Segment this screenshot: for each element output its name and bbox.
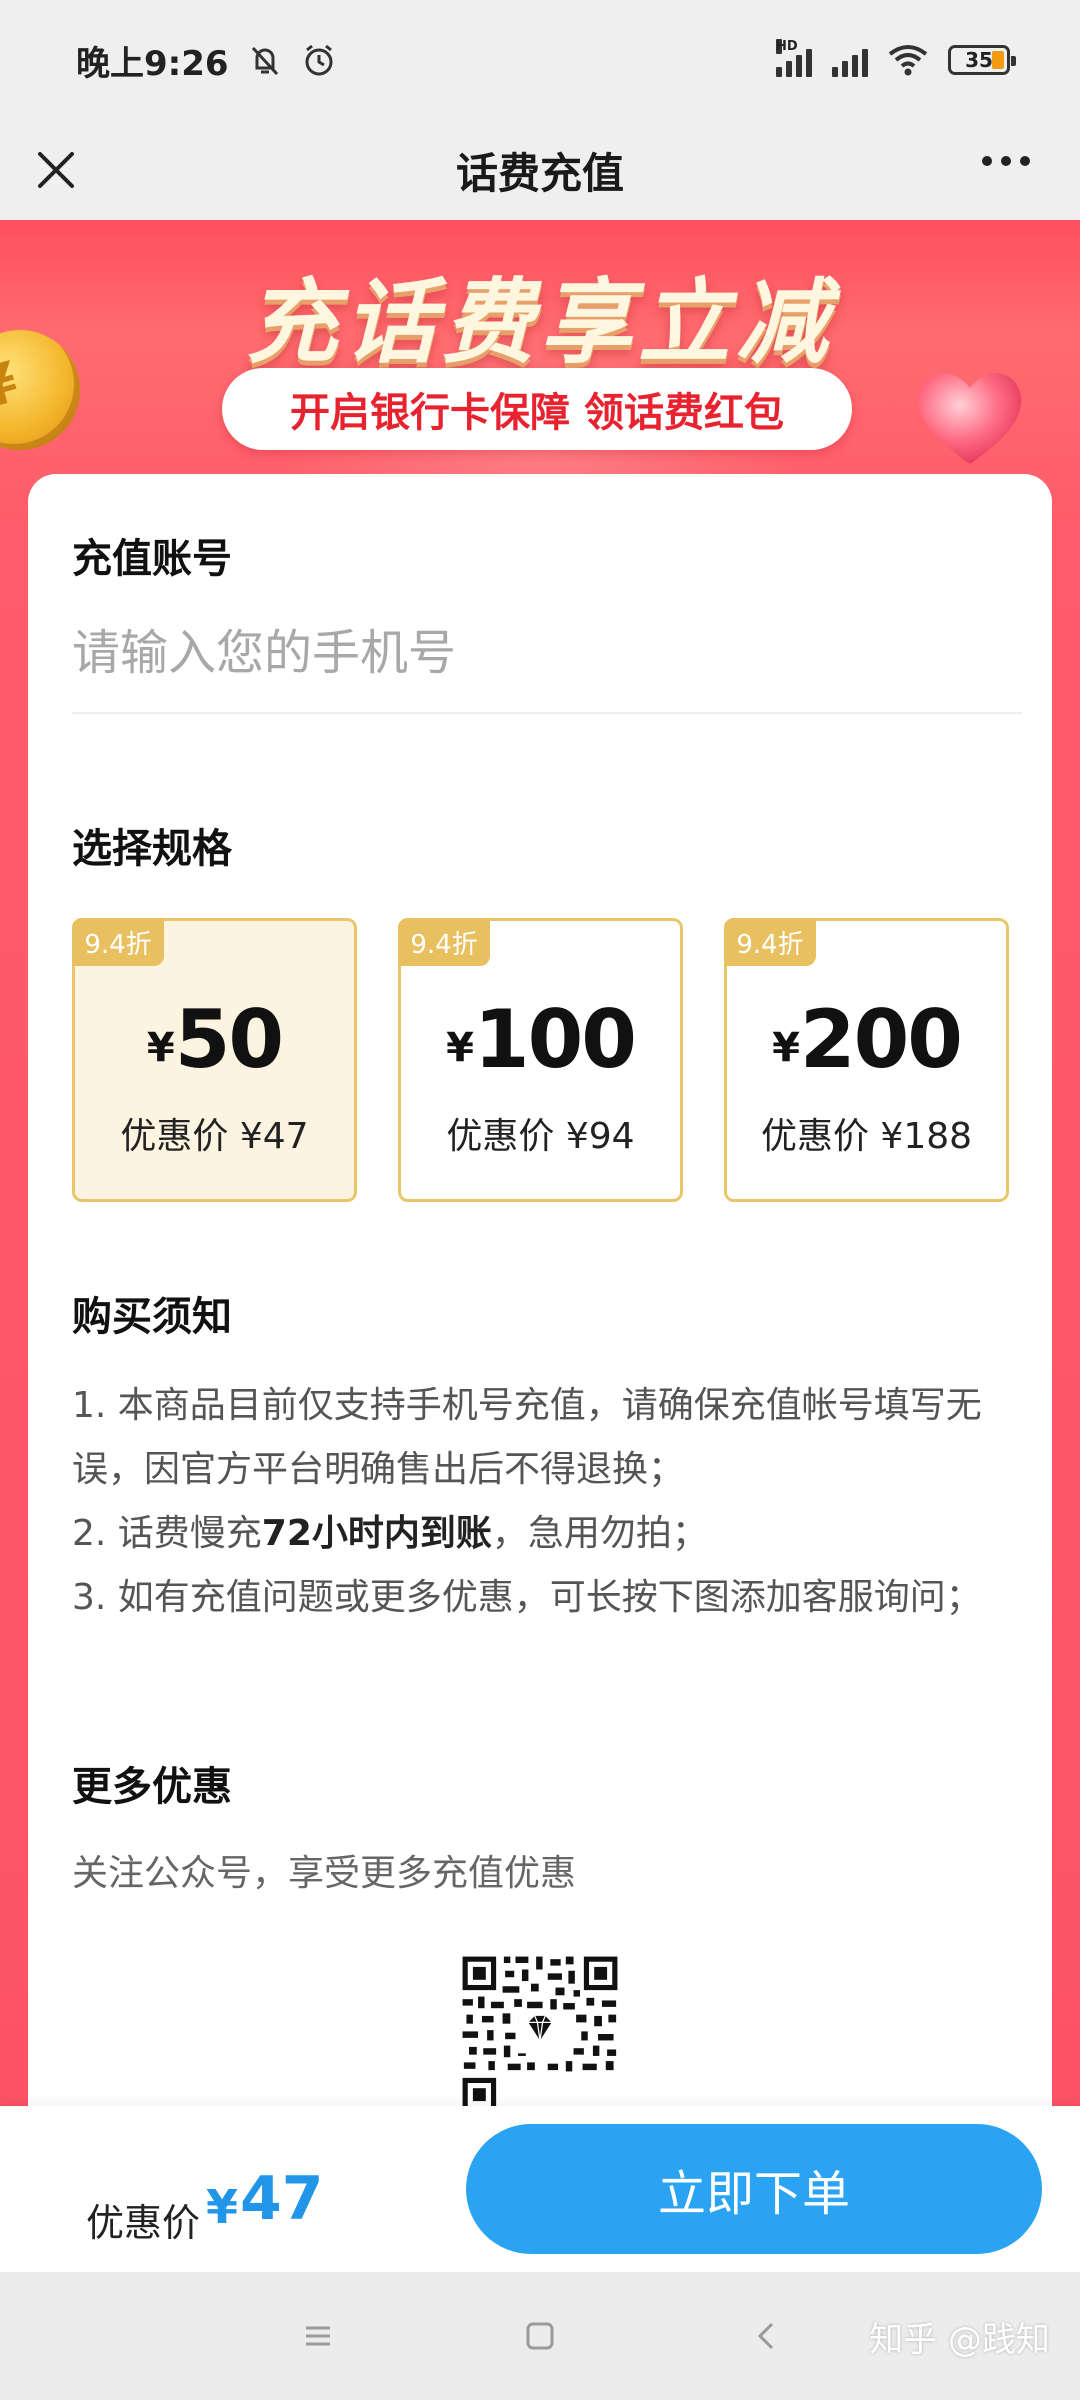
qr-code-image[interactable] [416,1954,664,2114]
spec-amount: ¥50 [146,993,284,1086]
place-order-button[interactable]: 立即下单 [466,2124,1042,2254]
banner-subtitle-pill[interactable]: 开启银行卡保障 领话费红包 [222,368,852,450]
mute-bell-icon [251,46,278,76]
status-right: HD 35 [776,39,1016,77]
system-nav-bar: 知乎 @践知 [0,2272,1080,2400]
app-header: 话费充值 [0,120,1080,220]
phone-number-input[interactable] [72,614,1022,714]
back-icon[interactable] [744,2312,792,2360]
discount-tag: 9.4折 [72,918,164,966]
bottom-action-bar: 优惠价 ¥ 47 立即下单 [0,2106,1080,2272]
battery-level: 35 [965,48,993,72]
status-time: 晚上9:26 [76,43,229,84]
more-section-title: 更多优惠 [72,1764,232,1810]
home-icon[interactable] [516,2312,564,2360]
notice-item-3: 3. 如有充值问题或更多优惠，可长按下图添加客服询问； [72,1577,982,1618]
signal-icon [832,43,868,77]
purchase-notice: 1. 本商品目前仅支持手机号充值，请确保充值帐号填写无误，因官方平台明确售出后不… [72,1374,1022,1630]
alarm-icon [305,44,333,76]
spec-option-200[interactable]: 9.4折 ¥200 优惠价 ¥188 [724,918,1009,1202]
discount-tag: 9.4折 [724,918,816,966]
notice-item-1: 1. 本商品目前仅支持手机号充值，请确保充值帐号填写无误，因官方平台明确售出后不… [72,1385,982,1490]
place-order-label: 立即下单 [657,2166,850,2222]
notice-item-2: 2. 话费慢充72小时内到账，急用勿拍； [72,1513,708,1554]
spec-amount: ¥100 [446,993,637,1086]
spec-price: 优惠价 ¥188 [760,1116,973,1157]
banner-title: 充话费享立减 [245,269,834,376]
spec-option-50[interactable]: 9.4折 ¥50 优惠价 ¥47 [72,918,357,1202]
spec-option-100[interactable]: 9.4折 ¥100 优惠价 ¥94 [398,918,683,1202]
notice-section-title: 购买须知 [72,1294,232,1340]
battery-icon: 35 [948,45,1016,75]
spec-price: 优惠价 ¥47 [120,1116,309,1157]
close-icon[interactable] [32,146,80,194]
price-value: 47 [240,2164,324,2234]
wifi-icon [888,44,928,76]
price-label: 优惠价 [86,2201,201,2245]
page-title: 话费充值 [455,148,624,198]
status-left: 晚上9:26 [76,36,337,85]
status-bar: 晚上9:26 HD 35 [0,0,1080,120]
spec-price: 优惠价 ¥94 [446,1116,635,1157]
price-currency: ¥ [206,2180,239,2234]
banner-subtitle: 开启银行卡保障 领话费红包 [290,390,784,436]
signal-hd-icon: HD [776,39,812,77]
spec-amount: ¥200 [772,993,963,1086]
more-options-icon[interactable] [982,156,1030,166]
menu-icon[interactable] [294,2312,342,2360]
more-description: 关注公众号，享受更多充值优惠 [72,1853,577,1894]
watermark: 知乎 @践知 [869,2320,1050,2360]
spec-section-title: 选择规格 [72,826,232,872]
account-section-title: 充值账号 [72,536,232,582]
discount-tag: 9.4折 [398,918,490,966]
recharge-card: 充值账号 选择规格 9.4折 ¥50 优惠价 ¥47 9.4折 ¥100 优惠价… [28,474,1052,2114]
